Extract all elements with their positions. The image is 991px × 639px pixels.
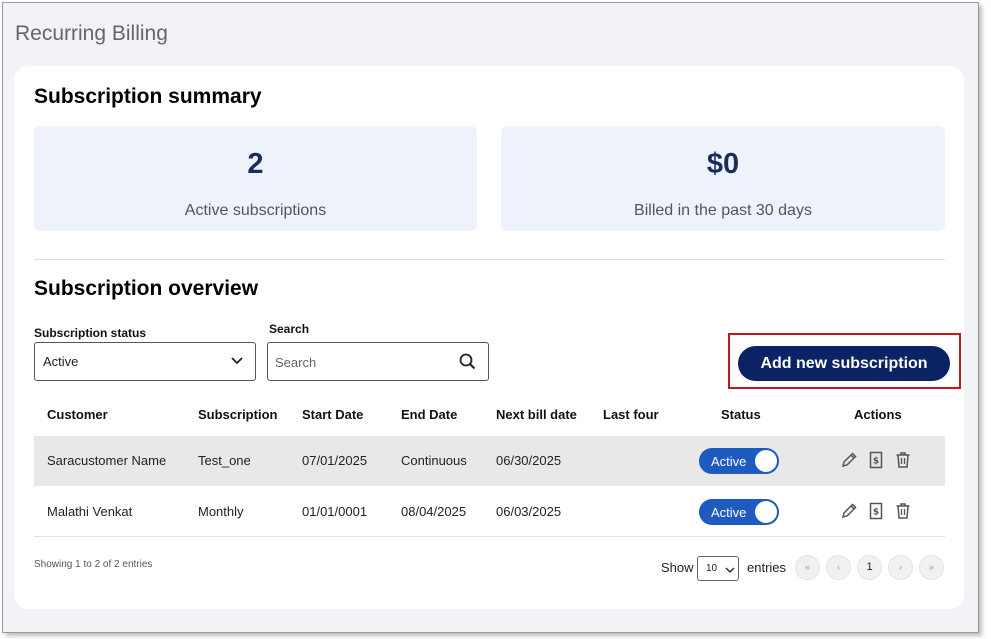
toggle-knob [755,450,777,472]
summary-heading: Subscription summary [34,85,262,108]
add-subscription-button[interactable]: Add new subscription [738,346,950,381]
pencil-icon[interactable] [840,451,858,469]
column-header-customer: Customer [47,407,108,422]
overview-heading: Subscription overview [34,277,259,300]
billed-label: Billed in the past 30 days [634,202,812,219]
column-header-next-bill-date: Next bill date [496,407,577,422]
svg-text:$: $ [873,508,879,518]
first-page-button[interactable]: « [795,555,820,580]
cell-next-bill-date: 06/30/2025 [496,453,562,468]
page-title: Recurring Billing [15,22,168,45]
table-row: Saracustomer Name Test_one 07/01/2025 Co… [34,436,945,486]
column-header-last-four: Last four [603,407,659,422]
cell-subscription: Test_one [198,453,251,468]
active-subscriptions-count: 2 [247,148,264,180]
prev-page-button[interactable]: ‹ [826,555,851,580]
active-subscriptions-label: Active subscriptions [184,202,327,219]
cell-start-date: 01/01/0001 [302,504,368,519]
chevron-down-icon [231,357,243,365]
status-filter-value: Active [43,354,79,369]
chevron-down-icon [725,567,735,573]
status-filter-select[interactable]: Active [34,342,256,381]
page-1-button[interactable]: 1 [857,555,882,580]
cell-next-bill-date: 06/03/2025 [496,504,562,519]
billed-card: $0 Billed in the past 30 days [501,126,945,231]
section-divider [34,259,945,260]
toggle-knob [755,501,777,523]
status-toggle-label: Active [711,505,747,520]
bill-icon[interactable]: $ [867,451,885,469]
status-toggle[interactable]: Active [699,448,779,474]
column-header-start-date: Start Date [302,407,364,422]
trash-icon[interactable] [894,451,912,469]
showing-entries-text: Showing 1 to 2 of 2 entries [34,559,153,570]
search-box [267,342,489,381]
search-input[interactable] [275,352,445,372]
trash-icon[interactable] [894,502,912,520]
status-toggle-label: Active [711,454,747,469]
status-filter-label: Subscription status [34,326,147,340]
cell-start-date: 07/01/2025 [302,453,368,468]
pencil-icon[interactable] [840,502,858,520]
search-icon[interactable] [459,353,476,370]
table-row: Malathi Venkat Monthly 01/01/0001 08/04/… [34,487,945,537]
entries-label: entries [747,560,787,575]
cell-end-date: 08/04/2025 [401,504,467,519]
column-header-subscription: Subscription [198,407,278,422]
billed-amount: $0 [706,148,740,180]
column-header-actions: Actions [854,407,902,422]
status-toggle[interactable]: Active [699,499,779,525]
svg-text:$: $ [873,457,879,467]
search-label: Search [269,322,310,336]
cell-end-date: Continuous [401,453,467,468]
page-size-select[interactable]: 10 [697,556,739,581]
cell-customer: Saracustomer Name [47,453,167,468]
column-header-end-date: End Date [401,407,458,422]
app-window: Recurring Billing Subscription summary 2… [2,2,979,633]
next-page-button[interactable]: › [888,555,913,580]
active-subscriptions-card: 2 Active subscriptions [34,126,477,231]
cell-subscription: Monthly [198,504,244,519]
page-size-value: 10 [706,563,718,574]
show-label: Show [661,560,694,575]
cell-customer: Malathi Venkat [47,504,133,519]
main-card: Subscription summary 2 Active subscripti… [14,66,964,609]
column-header-status: Status [721,407,761,422]
last-page-button[interactable]: » [919,555,944,580]
bill-icon[interactable]: $ [867,502,885,520]
